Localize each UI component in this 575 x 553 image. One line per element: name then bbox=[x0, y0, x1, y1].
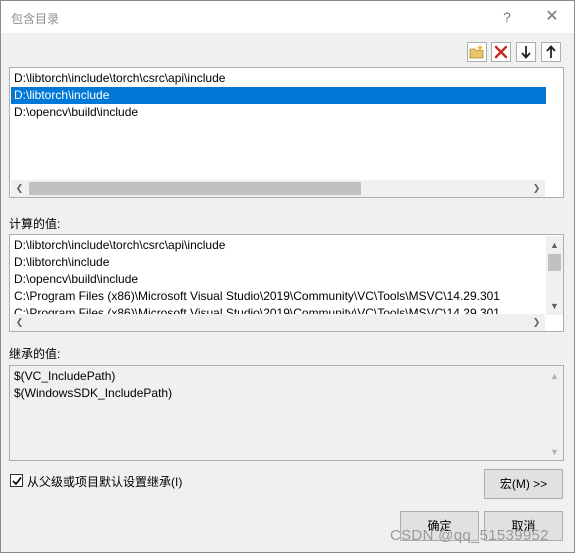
checkmark-icon bbox=[11, 476, 22, 485]
list-item: D:\libtorch\include\torch\csrc\api\inclu… bbox=[14, 238, 226, 252]
list-item: D:\libtorch\include bbox=[14, 255, 110, 269]
horizontal-scrollbar[interactable]: ❮ ❯ bbox=[11, 180, 545, 197]
list-item: $(VC_IncludePath) bbox=[14, 369, 116, 383]
move-up-button[interactable] bbox=[541, 42, 561, 62]
inherited-values-label: 继承的值: bbox=[9, 347, 61, 361]
inherit-checkbox-label[interactable]: 从父级或项目默认设置继承(I) bbox=[27, 473, 182, 490]
scroll-left-icon[interactable]: ❮ bbox=[11, 180, 28, 197]
delete-icon bbox=[494, 45, 508, 59]
move-down-button[interactable] bbox=[516, 42, 536, 62]
list-item[interactable]: D:\opencv\build\include bbox=[11, 104, 546, 121]
scroll-right-icon[interactable]: ❯ bbox=[528, 180, 545, 197]
list-item: $(WindowsSDK_IncludePath) bbox=[14, 386, 173, 400]
delete-button[interactable] bbox=[491, 42, 511, 62]
horizontal-scrollbar[interactable]: ❮ ❯ bbox=[11, 314, 545, 331]
new-line-button[interactable] bbox=[467, 42, 487, 62]
new-folder-icon bbox=[469, 45, 484, 59]
list-item[interactable]: D:\libtorch\include bbox=[11, 87, 546, 104]
arrow-up-icon bbox=[546, 45, 556, 58]
scroll-left-icon[interactable]: ❮ bbox=[11, 314, 28, 331]
directory-edit-list[interactable]: D:\libtorch\include\torch\csrc\api\inclu… bbox=[9, 67, 564, 198]
inherited-values-list[interactable]: $(VC_IncludePath) $(WindowsSDK_IncludePa… bbox=[9, 365, 564, 461]
inherit-checkbox[interactable] bbox=[10, 474, 23, 487]
list-item: D:\opencv\build\include bbox=[14, 272, 139, 286]
scrollbar-thumb[interactable] bbox=[548, 254, 561, 271]
vertical-scrollbar[interactable]: ▲ ▼ bbox=[546, 367, 563, 460]
arrow-down-icon bbox=[521, 46, 531, 59]
macros-button[interactable]: 宏(M) >> bbox=[484, 469, 563, 499]
scroll-down-icon[interactable]: ▼ bbox=[546, 443, 563, 460]
title-bar: 包含目录 ? ✕ bbox=[1, 1, 574, 33]
close-button[interactable]: ✕ bbox=[537, 5, 567, 29]
scroll-right-icon[interactable]: ❯ bbox=[528, 314, 545, 331]
watermark: CSDN @qq_51539952 bbox=[390, 527, 549, 544]
scroll-up-icon[interactable]: ▲ bbox=[546, 236, 563, 253]
evaluated-values-list[interactable]: D:\libtorch\include\torch\csrc\api\inclu… bbox=[9, 234, 564, 332]
scroll-up-icon[interactable]: ▲ bbox=[546, 367, 563, 384]
scroll-down-icon[interactable]: ▼ bbox=[546, 297, 563, 314]
list-item: C:\Program Files (x86)\Microsoft Visual … bbox=[14, 289, 500, 303]
list-item[interactable]: D:\libtorch\include\torch\csrc\api\inclu… bbox=[11, 70, 546, 87]
include-directories-dialog: 包含目录 ? ✕ D:\libtorch\include\torch\csrc\… bbox=[0, 0, 575, 553]
evaluated-values-label: 计算的值: bbox=[9, 217, 61, 231]
scrollbar-thumb[interactable] bbox=[29, 182, 361, 195]
window-title: 包含目录 bbox=[11, 12, 60, 26]
help-button[interactable]: ? bbox=[492, 5, 522, 29]
